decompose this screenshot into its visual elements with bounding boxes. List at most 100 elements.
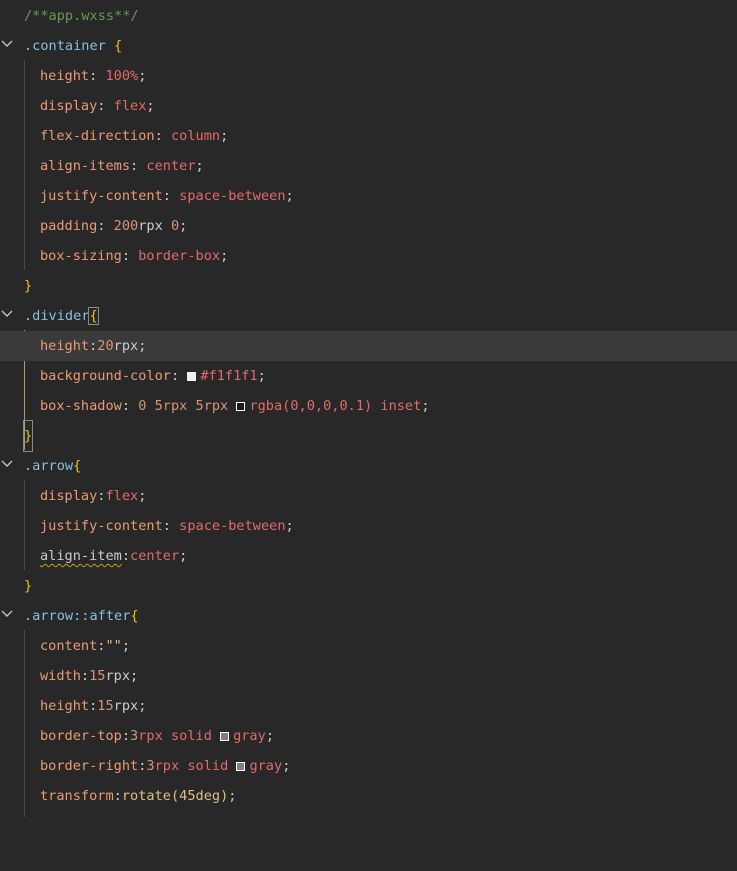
declaration: justify-content: space-between; xyxy=(40,511,294,541)
code-line[interactable]: /**app.wxss**/ xyxy=(0,1,737,31)
declaration: box-sizing: border-box; xyxy=(40,241,228,271)
number: 20 xyxy=(97,338,114,354)
code-line[interactable]: .divider{ xyxy=(0,301,737,331)
code-line[interactable]: justify-content: space-between; xyxy=(0,511,737,541)
property-warning[interactable]: align-item xyxy=(40,548,122,564)
value: column xyxy=(170,128,221,144)
property: box-shadow xyxy=(40,398,122,414)
colon: : xyxy=(170,368,188,384)
property: align-items xyxy=(40,158,131,174)
property: display xyxy=(40,488,98,504)
code-line[interactable]: content:""; xyxy=(0,631,737,661)
code-line[interactable]: box-shadow: 0 5rpx 5rpx rgba(0,0,0,0.1) … xyxy=(0,391,737,421)
color-swatch-icon[interactable] xyxy=(236,402,246,411)
code-line[interactable]: } xyxy=(0,571,737,601)
colon: : xyxy=(162,518,180,534)
unit: rpx xyxy=(138,218,171,234)
file-comment: /**app.wxss**/ xyxy=(24,8,139,24)
colon: : xyxy=(80,668,90,684)
unit: rpx xyxy=(105,668,131,684)
colon: : xyxy=(130,158,147,174)
code-line[interactable]: display:flex; xyxy=(0,481,737,511)
fold-chevron-icon[interactable] xyxy=(1,457,13,469)
code-line[interactable]: height:15rpx; xyxy=(0,691,737,721)
fold-chevron-icon[interactable] xyxy=(1,37,13,49)
colon: : xyxy=(154,128,171,144)
color-swatch-icon[interactable] xyxy=(187,372,197,381)
unit: rpx xyxy=(113,698,139,714)
semicolon: ; xyxy=(146,98,155,114)
unit: rpx solid xyxy=(154,758,237,774)
fold-chevron-icon[interactable] xyxy=(1,607,13,619)
code-line[interactable]: border-right:3rpx solid gray; xyxy=(0,751,737,781)
number: 0 xyxy=(170,218,180,234)
value: center xyxy=(130,548,180,564)
property: border-top xyxy=(40,728,122,744)
declaration: display:flex; xyxy=(40,481,146,511)
code-line[interactable]: align-items: center; xyxy=(0,151,737,181)
semicolon: ; xyxy=(195,158,204,174)
semicolon: ; xyxy=(179,218,188,234)
semicolon: ; xyxy=(138,68,147,84)
declaration: content:""; xyxy=(40,631,130,661)
colon: : xyxy=(97,98,114,114)
code-line[interactable]: } xyxy=(0,420,737,452)
code-line[interactable]: align-item:center; xyxy=(0,541,737,571)
semicolon: ; xyxy=(265,728,274,744)
property: justify-content xyxy=(40,188,163,204)
fold-chevron-icon[interactable] xyxy=(1,307,13,319)
code-line[interactable]: box-sizing: border-box; xyxy=(0,241,737,271)
code-line[interactable]: border-top:3rpx solid gray; xyxy=(0,721,737,751)
value: #f1f1f1 xyxy=(200,368,258,384)
selector: .container xyxy=(24,38,106,54)
open-brace: { xyxy=(73,458,82,474)
number: 15 xyxy=(89,668,106,684)
code-line[interactable]: .container { xyxy=(0,31,737,61)
open-brace: { xyxy=(130,608,139,624)
value: "" xyxy=(105,638,122,654)
code-line[interactable]: transform:rotate(45deg); xyxy=(0,781,737,811)
code-line[interactable]: .arrow{ xyxy=(0,451,737,481)
property: background-color xyxy=(40,368,171,384)
code-line[interactable]: flex-direction: column; xyxy=(0,121,737,151)
code-editor[interactable]: /**app.wxss**/ .container { height: 100%… xyxy=(0,0,737,817)
semicolon: ; xyxy=(121,638,131,654)
declaration: border-right:3rpx solid gray; xyxy=(40,751,290,781)
property: height xyxy=(40,68,90,84)
colon: : xyxy=(121,548,131,564)
code-line[interactable]: padding: 200rpx 0; xyxy=(0,211,737,241)
value: 100% xyxy=(105,68,139,84)
code-line[interactable]: display: flex; xyxy=(0,91,737,121)
declaration: justify-content: space-between; xyxy=(40,181,294,211)
code-line[interactable]: .arrow::after{ xyxy=(0,601,737,631)
open-brace: { xyxy=(88,307,99,325)
color-swatch-icon[interactable] xyxy=(220,732,230,741)
declaration: align-item:center; xyxy=(40,541,187,571)
number: 3 xyxy=(146,758,155,774)
code-line[interactable]: height: 100%; xyxy=(0,61,737,91)
selector: .divider xyxy=(24,308,90,324)
close-brace: } xyxy=(24,578,33,594)
code-line[interactable]: background-color: #f1f1f1; xyxy=(0,361,737,391)
code-line[interactable]: } xyxy=(0,271,737,301)
declaration: height: 100%; xyxy=(40,61,146,91)
declaration: flex-direction: column; xyxy=(40,121,228,151)
colon: : xyxy=(121,728,131,744)
rule-header: .arrow::after{ xyxy=(24,601,139,631)
semicolon: ; xyxy=(257,368,266,384)
close-brace: } xyxy=(22,420,34,452)
selector: .arrow::after xyxy=(24,608,131,624)
value: flex xyxy=(113,98,147,114)
color-swatch-icon[interactable] xyxy=(236,762,246,771)
code-line-active[interactable]: height:20rpx; xyxy=(0,331,737,361)
property: width xyxy=(40,668,81,684)
value: center xyxy=(146,158,196,174)
semicolon: ; xyxy=(130,668,139,684)
property: transform xyxy=(40,788,114,804)
declaration: transform:rotate(45deg); xyxy=(40,781,236,811)
code-line[interactable]: width:15rpx; xyxy=(0,661,737,691)
property: display xyxy=(40,98,98,114)
rule-header: .arrow{ xyxy=(24,451,81,481)
code-line[interactable]: justify-content: space-between; xyxy=(0,181,737,211)
declaration: height:20rpx; xyxy=(40,331,146,361)
